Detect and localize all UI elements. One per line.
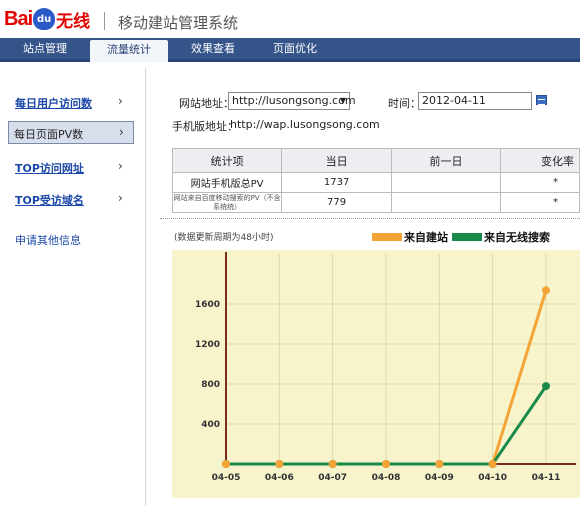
table-header-row: 统计项 当日 前一日 变化率 <box>171 148 580 173</box>
time-label: 时间： <box>388 97 421 110</box>
chevron-right-icon: › <box>118 191 123 205</box>
cell-change: * <box>500 172 580 193</box>
dropdown-arrow-icon: ▼ <box>339 96 346 105</box>
data-point-site <box>222 460 230 468</box>
data-point-site <box>382 460 390 468</box>
cell-today: 779 <box>281 192 392 213</box>
data-point-site <box>435 460 444 468</box>
sidebar-item-top-domains[interactable]: TOP受访域名 <box>15 192 84 208</box>
baidu-wireless-logo[interactable]: Bai du 无线 <box>4 4 90 34</box>
tab-traffic-stats[interactable]: 流量统计 <box>90 40 168 62</box>
logo-wuxian: 无线 <box>56 11 91 32</box>
date-input[interactable]: 2012-04-11 <box>418 92 532 110</box>
cell-prev <box>390 192 502 213</box>
logo-paw-icon: du <box>33 8 56 30</box>
legend-swatch-wireless <box>452 233 482 241</box>
mobile-address-label: 手机版地址： <box>172 120 238 133</box>
data-point-site <box>488 460 497 468</box>
pv-line-chart: 400 800 1200 1600 04-05 04-06 04-07 04-08 04-09 0… <box>172 250 580 498</box>
mobile-address-value: http://wap.lusongsong.com <box>230 118 380 131</box>
legend-swatch-site <box>372 233 402 241</box>
tab-effect-view[interactable]: 效果查看 <box>176 38 250 60</box>
legend-label-wireless: 来自无线搜索 <box>484 231 550 244</box>
data-point-site <box>328 460 337 468</box>
data-point-site <box>275 460 284 468</box>
sidebar: 每日用户访问数 › 每日页面PV数 › TOP访问网址 › TOP受访域名 › … <box>0 68 146 506</box>
site-address-value: http://lusongsong.com <box>232 94 356 107</box>
sidebar-item-daily-pv[interactable]: 每日页面PV数 › <box>8 121 134 144</box>
tab-site-management[interactable]: 站点管理 <box>8 38 82 60</box>
col-header-today: 当日 <box>281 148 392 173</box>
sidebar-item-daily-users[interactable]: 每日用户访问数 <box>15 95 92 111</box>
y-tick-label: 400 <box>201 420 220 430</box>
cell-item: 网站来自百度移动搜索的PV（不含系统统） <box>171 192 283 213</box>
cell-today: 1737 <box>281 172 392 193</box>
chevron-right-icon: › <box>118 94 123 108</box>
col-header-item: 统计项 <box>171 148 283 173</box>
legend-label-site: 来自建站 <box>404 231 448 244</box>
x-tick-label: 04-11 <box>532 473 561 483</box>
section-divider <box>160 218 580 219</box>
cell-item: 网站手机版总PV <box>171 172 283 193</box>
cell-change: * <box>500 192 580 213</box>
table-row: 网站手机版总PV 1737 * <box>171 172 580 193</box>
x-tick-label: 04-09 <box>425 473 454 483</box>
col-header-change: 变化率 <box>500 148 580 173</box>
x-tick-label: 04-10 <box>478 473 507 483</box>
sidebar-item-apply-info[interactable]: 申请其他信息 <box>15 232 81 248</box>
header: Bai du 无线 移动建站管理系统 <box>0 0 580 40</box>
data-point-site <box>542 286 550 295</box>
sidebar-item-label: 每日页面PV数 <box>14 128 84 141</box>
stats-table: 统计项 当日 前一日 变化率 网站手机版总PV 1737 * 网站来自百度移动搜… <box>171 148 580 213</box>
system-title: 移动建站管理系统 <box>118 14 239 32</box>
cell-prev <box>390 172 502 193</box>
chevron-right-icon: › <box>118 159 123 173</box>
calendar-icon[interactable] <box>536 95 547 105</box>
header-divider <box>104 12 105 30</box>
x-tick-label: 04-07 <box>318 473 347 483</box>
top-nav: 站点管理 流量统计 效果查看 页面优化 <box>0 38 580 62</box>
table-row: 网站来自百度移动搜索的PV（不含系统统） 779 * <box>171 192 580 213</box>
y-tick-label: 1200 <box>195 340 220 350</box>
site-address-select[interactable]: http://lusongsong.com ▼ <box>228 92 356 110</box>
x-tick-label: 04-05 <box>212 473 241 483</box>
y-tick-label: 1600 <box>195 300 220 310</box>
site-address-label: 网站地址： <box>179 97 234 110</box>
chevron-right-icon: › <box>119 125 124 139</box>
sidebar-item-top-urls[interactable]: TOP访问网址 <box>15 160 84 176</box>
logo-du: du <box>36 14 52 25</box>
data-point-wireless <box>542 382 550 391</box>
update-cycle-note: (数据更新周期为48小时) <box>174 233 274 243</box>
tab-page-optimize[interactable]: 页面优化 <box>258 38 332 60</box>
logo-bai: Bai <box>4 7 33 30</box>
col-header-prev: 前一日 <box>390 148 502 173</box>
x-tick-label: 04-08 <box>372 473 401 483</box>
x-tick-label: 04-06 <box>265 473 294 483</box>
y-tick-label: 800 <box>201 380 220 390</box>
